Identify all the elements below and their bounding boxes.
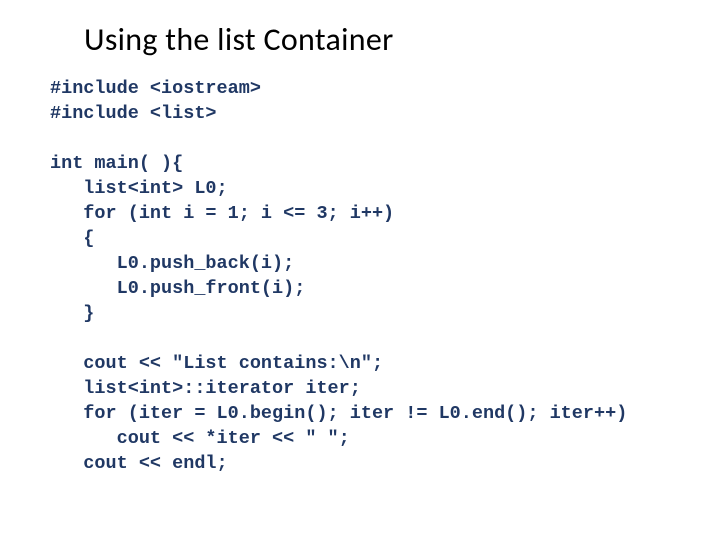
code-line: cout << "List contains:\n"; — [50, 353, 383, 374]
code-line: #include <list> — [50, 103, 217, 124]
code-line: for (iter = L0.begin(); iter != L0.end()… — [50, 403, 627, 424]
code-line: list<int>::iterator iter; — [50, 378, 361, 399]
code-line: L0.push_front(i); — [50, 278, 305, 299]
code-line: list<int> L0; — [50, 178, 228, 199]
code-line: int main( ){ — [50, 153, 183, 174]
code-line: cout << endl; — [50, 453, 228, 474]
code-block: #include <iostream> #include <list> int … — [50, 77, 670, 477]
page-title: Using the list Container — [84, 20, 670, 59]
code-line: L0.push_back(i); — [50, 253, 294, 274]
code-line: { — [50, 228, 94, 249]
code-line: cout << *iter << " "; — [50, 428, 350, 449]
code-line: for (int i = 1; i <= 3; i++) — [50, 203, 394, 224]
code-line: #include <iostream> — [50, 78, 261, 99]
code-line: } — [50, 303, 94, 324]
slide: Using the list Container #include <iostr… — [0, 0, 720, 497]
